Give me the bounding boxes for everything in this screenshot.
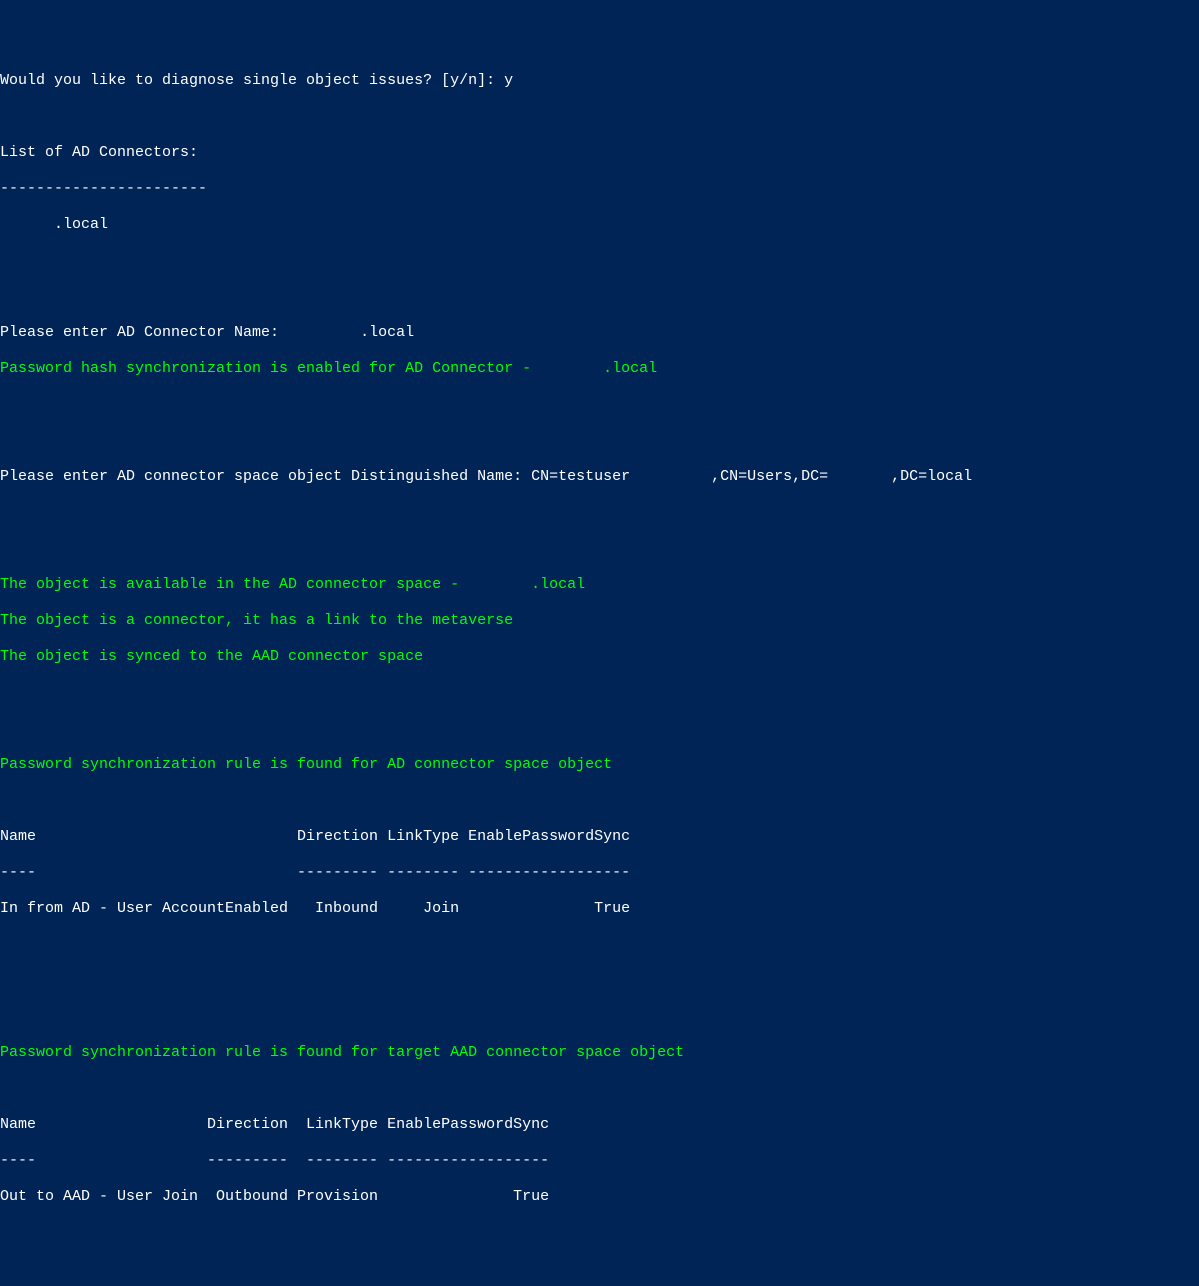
prompt-connector-name: Please enter AD Connector Name: .local [0,324,1199,342]
blank-line [0,252,1199,270]
blank-line [0,720,1199,738]
blank-line [0,1260,1199,1278]
connectors-header: List of AD Connectors: [0,144,1199,162]
blank-line [0,504,1199,522]
table1-divider: ---- --------- -------- ----------------… [0,864,1199,882]
prompt-diagnose: Would you like to diagnose single object… [0,72,1199,90]
blank-line [0,1224,1199,1242]
blank-line [0,1080,1199,1098]
blank-line [0,1008,1199,1026]
blank-line [0,396,1199,414]
blank-line [0,432,1199,450]
object-available: The object is available in the AD connec… [0,576,1199,594]
connectors-divider: ----------------------- [0,180,1199,198]
blank-line [0,108,1199,126]
blank-line [0,540,1199,558]
prompt-dn: Please enter AD connector space object D… [0,468,1199,486]
blank-line [0,288,1199,306]
rule2-header: Password synchronization rule is found f… [0,1044,1199,1062]
object-connector: The object is a connector, it has a link… [0,612,1199,630]
blank-line [0,936,1199,954]
table1-row: In from AD - User AccountEnabled Inbound… [0,900,1199,918]
blank-line [0,972,1199,990]
table1-header: Name Direction LinkType EnablePasswordSy… [0,828,1199,846]
blank-line [0,684,1199,702]
table2-header: Name Direction LinkType EnablePasswordSy… [0,1116,1199,1134]
blank-line [0,792,1199,810]
table2-row: Out to AAD - User Join Outbound Provisio… [0,1188,1199,1206]
phs-enabled: Password hash synchronization is enabled… [0,360,1199,378]
table2-divider: ---- --------- -------- ----------------… [0,1152,1199,1170]
connector-domain: .local [0,216,1199,234]
rule1-header: Password synchronization rule is found f… [0,756,1199,774]
object-synced: The object is synced to the AAD connecto… [0,648,1199,666]
